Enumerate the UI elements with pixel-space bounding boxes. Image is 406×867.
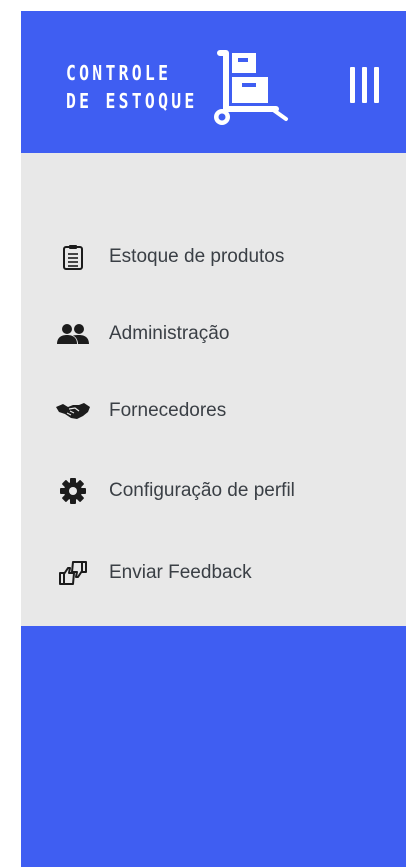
nav-item-label: Estoque de produtos [109,246,285,267]
clipboard-list-icon [53,237,93,277]
logo-line-2: DE ESTOQUE [66,89,198,113]
nav-item-fornecedores[interactable]: Fornecedores [21,385,406,437]
app-logo: CONTROLE DE ESTOQUE [66,47,296,127]
menu-button[interactable] [350,67,382,107]
menu-icon-bar [374,67,379,103]
nav-item-administracao[interactable]: Administração [21,308,406,360]
menu-icon-bar [350,67,355,103]
app-header: CONTROLE DE ESTOQUE [21,11,406,153]
app-screen: CONTROLE DE ESTOQUE Estoque de produtos … [21,11,406,867]
nav-item-label: Configuração de perfil [109,480,295,501]
nav-item-feedback[interactable]: Enviar Feedback [21,547,406,599]
logo-text: CONTROLE DE ESTOQUE [66,59,198,115]
nav-item-estoque[interactable]: Estoque de produtos [21,231,406,283]
gear-icon [53,471,93,511]
hand-truck-boxes-icon [214,50,288,125]
nav-item-label: Administração [109,323,230,344]
users-icon [53,314,93,354]
thumbs-feedback-icon [53,553,93,593]
menu-icon-bar [362,67,367,103]
nav-item-label: Fornecedores [109,400,227,421]
nav-item-label: Enviar Feedback [109,562,252,583]
nav-item-configuracao[interactable]: Configuração de perfil [21,465,406,517]
side-menu-panel: Estoque de produtos Administração Fornec… [21,153,406,626]
logo-line-1: CONTROLE [66,61,172,85]
handshake-icon [53,391,93,431]
